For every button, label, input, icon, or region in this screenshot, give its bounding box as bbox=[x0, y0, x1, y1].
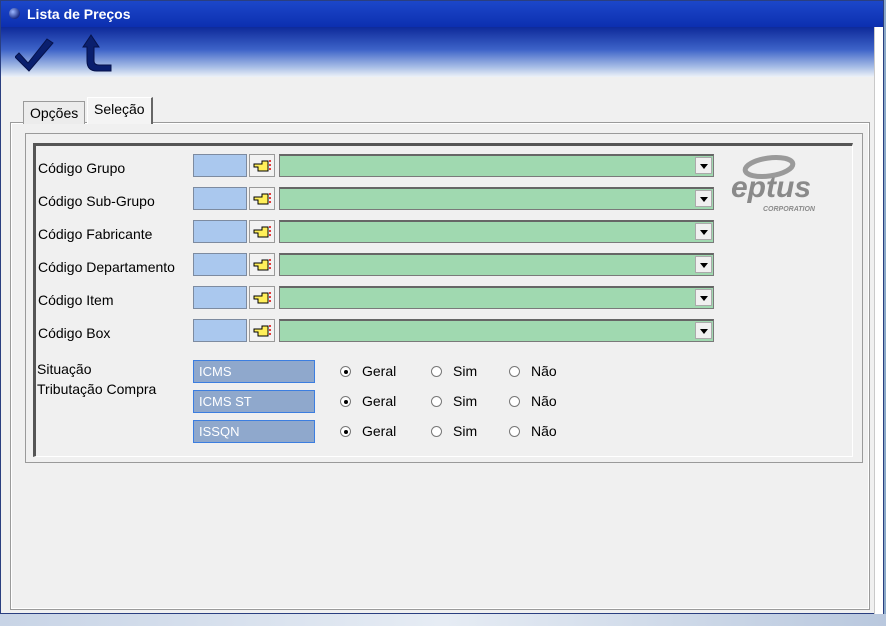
right-edge bbox=[874, 27, 883, 615]
field-label: Código Sub-Grupo bbox=[38, 193, 155, 209]
dropdown-arrow-icon[interactable] bbox=[695, 223, 712, 240]
lookup-button[interactable] bbox=[249, 319, 275, 342]
pointing-hand-icon bbox=[253, 325, 271, 337]
box-combo[interactable] bbox=[279, 319, 714, 342]
app-icon bbox=[9, 8, 20, 19]
tax-name-box: ICMS ST bbox=[193, 390, 315, 413]
fabricante-combo[interactable] bbox=[279, 220, 714, 243]
grupo-combo[interactable] bbox=[279, 154, 714, 177]
codigo-subgrupo-input[interactable] bbox=[193, 187, 247, 210]
lookup-button[interactable] bbox=[249, 253, 275, 276]
toolbar bbox=[1, 27, 883, 77]
dropdown-arrow-icon[interactable] bbox=[695, 157, 712, 174]
confirm-button[interactable] bbox=[14, 33, 59, 73]
item-combo[interactable] bbox=[279, 286, 714, 309]
lookup-button[interactable] bbox=[249, 286, 275, 309]
back-button[interactable] bbox=[73, 33, 117, 73]
title-bar: Lista de Preços bbox=[1, 1, 883, 27]
field-label: Código Box bbox=[38, 325, 111, 341]
tab-selecao-label: Seleção bbox=[94, 101, 145, 117]
subgrupo-combo[interactable] bbox=[279, 187, 714, 210]
lookup-button[interactable] bbox=[249, 187, 275, 210]
dropdown-arrow-icon[interactable] bbox=[695, 322, 712, 339]
field-label: Código Grupo bbox=[38, 160, 126, 176]
codigo-departamento-input[interactable] bbox=[193, 253, 247, 276]
tax-name-box: ICMS bbox=[193, 360, 315, 383]
lookup-button[interactable] bbox=[249, 220, 275, 243]
tab-selecao[interactable]: Seleção bbox=[87, 97, 153, 124]
radio-circle bbox=[431, 426, 442, 437]
radio-circle bbox=[509, 396, 520, 407]
radio-circle bbox=[340, 366, 351, 377]
codigo-box-input[interactable] bbox=[193, 319, 247, 342]
radio-circle bbox=[340, 426, 351, 437]
tax-name-box: ISSQN bbox=[193, 420, 315, 443]
window-title: Lista de Preços bbox=[27, 6, 131, 22]
checkmark-icon bbox=[14, 38, 54, 72]
return-arrow-icon bbox=[82, 34, 112, 72]
eptus-logo: eptus CORPORATION bbox=[723, 151, 833, 217]
dropdown-arrow-icon[interactable] bbox=[695, 256, 712, 273]
pointing-hand-icon bbox=[253, 292, 271, 304]
departamento-combo[interactable] bbox=[279, 253, 714, 276]
pointing-hand-icon bbox=[253, 193, 271, 205]
pointing-hand-icon bbox=[253, 160, 271, 172]
radio-circle bbox=[509, 366, 520, 377]
price-list-window: Lista de Preços Opções Seleção Código Gr… bbox=[0, 0, 884, 615]
lookup-button[interactable] bbox=[249, 154, 275, 177]
dropdown-arrow-icon[interactable] bbox=[695, 190, 712, 207]
logo-text: eptus bbox=[731, 171, 811, 204]
radio-circle bbox=[431, 396, 442, 407]
field-label: Código Departamento bbox=[38, 259, 175, 275]
dropdown-arrow-icon[interactable] bbox=[695, 289, 712, 306]
codigo-fabricante-input[interactable] bbox=[193, 220, 247, 243]
tab-opcoes-label: Opções bbox=[30, 105, 79, 121]
situacao-label: Situação Tributação Compra bbox=[37, 361, 157, 397]
field-label: Código Fabricante bbox=[38, 226, 153, 242]
tab-opcoes[interactable]: Opções bbox=[23, 101, 86, 124]
radio-circle bbox=[431, 366, 442, 377]
pointing-hand-icon bbox=[253, 259, 271, 271]
radio-circle bbox=[509, 426, 520, 437]
field-label: Código Item bbox=[38, 292, 114, 308]
pointing-hand-icon bbox=[253, 226, 271, 238]
radio-circle bbox=[340, 396, 351, 407]
desktop-background bbox=[0, 614, 886, 626]
logo-subtext: CORPORATION bbox=[763, 206, 816, 213]
codigo-grupo-input[interactable] bbox=[193, 154, 247, 177]
codigo-item-input[interactable] bbox=[193, 286, 247, 309]
